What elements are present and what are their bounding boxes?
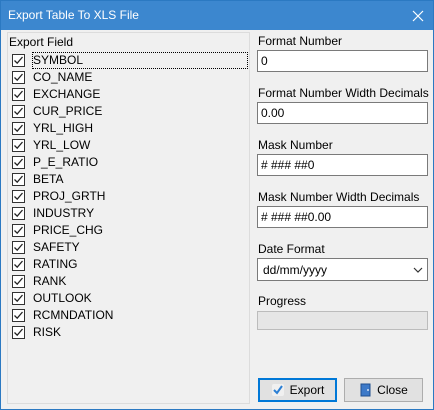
close-icon[interactable] <box>403 1 433 30</box>
list-item-label: P_E_RATIO <box>33 155 99 169</box>
check-icon <box>14 277 23 286</box>
check-icon <box>14 260 23 269</box>
list-item-label: EXCHANGE <box>33 87 101 101</box>
checkbox[interactable] <box>12 275 25 288</box>
checkbox[interactable] <box>12 292 25 305</box>
checkbox[interactable] <box>12 190 25 203</box>
exit-door-icon <box>359 383 372 397</box>
checkbox[interactable] <box>12 241 25 254</box>
list-item-label: OUTLOOK <box>33 291 92 305</box>
checkbox[interactable] <box>12 105 25 118</box>
close-button-label: Close <box>377 383 408 397</box>
list-item[interactable]: YRL_HIGH <box>11 120 247 137</box>
list-item-label: SAFETY <box>33 240 80 254</box>
export-dialog: Export Table To XLS File Export Field SY… <box>0 0 434 410</box>
list-item[interactable]: RCMNDATION <box>11 307 247 324</box>
list-item-label: RATING <box>33 257 78 271</box>
mask-number-decimals-input[interactable]: # ### ##0.00 <box>257 206 428 228</box>
check-icon <box>14 311 23 320</box>
list-item[interactable]: PROJ_GRTH <box>11 188 247 205</box>
date-format-value: dd/mm/yyyy <box>263 263 328 277</box>
check-icon <box>14 243 23 252</box>
list-item-label: PROJ_GRTH <box>33 189 106 203</box>
check-icon <box>14 158 23 167</box>
list-item-label: CUR_PRICE <box>33 104 103 118</box>
list-item-label: PRICE_CHG <box>33 223 104 237</box>
checkbox[interactable] <box>12 309 25 322</box>
check-icon <box>14 294 23 303</box>
list-item[interactable]: CO_NAME <box>11 69 247 86</box>
title-bar[interactable]: Export Table To XLS File <box>1 1 433 30</box>
list-item[interactable]: SYMBOL <box>11 52 248 69</box>
check-icon <box>14 107 23 116</box>
progress-bar <box>257 311 428 330</box>
check-icon <box>14 90 23 99</box>
list-item[interactable]: RISK <box>11 324 247 341</box>
list-item[interactable]: RANK <box>11 273 247 290</box>
mask-number-decimals-label: Mask Number Width Decimals <box>258 190 420 204</box>
mask-number-input[interactable]: # ### ##0 <box>257 154 428 176</box>
check-icon <box>14 141 23 150</box>
format-number-label: Format Number <box>258 34 343 48</box>
list-item[interactable]: P_E_RATIO <box>11 154 247 171</box>
export-field-label: Export Field <box>9 35 74 49</box>
check-icon <box>14 328 23 337</box>
list-item[interactable]: CUR_PRICE <box>11 103 247 120</box>
checkbox[interactable] <box>12 173 25 186</box>
export-icon <box>271 383 285 397</box>
list-item-label: SYMBOL <box>32 52 248 69</box>
export-button[interactable]: Export <box>258 378 337 402</box>
check-icon <box>14 175 23 184</box>
progress-label: Progress <box>258 294 307 308</box>
check-icon <box>14 124 23 133</box>
window-title: Export Table To XLS File <box>8 8 139 22</box>
list-item[interactable]: SAFETY <box>11 239 247 256</box>
checkbox[interactable] <box>12 88 25 101</box>
check-icon <box>14 73 23 82</box>
format-number-decimals-label: Format Number Width Decimals <box>258 86 429 100</box>
list-item[interactable]: RATING <box>11 256 247 273</box>
checkbox[interactable] <box>12 207 25 220</box>
checkbox[interactable] <box>12 54 25 67</box>
checkbox[interactable] <box>12 139 25 152</box>
close-button[interactable]: Close <box>344 378 423 402</box>
checkbox[interactable] <box>12 122 25 135</box>
list-item[interactable]: INDUSTRY <box>11 205 247 222</box>
checkbox[interactable] <box>12 71 25 84</box>
checkbox[interactable] <box>12 224 25 237</box>
check-icon <box>14 56 23 65</box>
date-format-select[interactable]: dd/mm/yyyy <box>257 258 428 281</box>
list-item[interactable]: YRL_LOW <box>11 137 247 154</box>
list-item[interactable]: EXCHANGE <box>11 86 247 103</box>
list-item-label: CO_NAME <box>33 70 93 84</box>
date-format-label: Date Format <box>258 242 325 256</box>
checkbox[interactable] <box>12 326 25 339</box>
list-item[interactable]: OUTLOOK <box>11 290 247 307</box>
list-item-label: YRL_HIGH <box>33 121 94 135</box>
list-item-label: RCMNDATION <box>33 308 114 322</box>
list-item[interactable]: BETA <box>11 171 247 188</box>
list-item-label: RISK <box>33 325 62 339</box>
format-number-decimals-input[interactable]: 0.00 <box>257 102 428 124</box>
mask-number-label: Mask Number <box>258 138 333 152</box>
check-icon <box>14 226 23 235</box>
chevron-down-icon[interactable] <box>413 264 423 278</box>
check-icon <box>14 209 23 218</box>
list-item-label: RANK <box>33 274 67 288</box>
checkbox[interactable] <box>12 258 25 271</box>
list-item[interactable]: PRICE_CHG <box>11 222 247 239</box>
check-icon <box>14 192 23 201</box>
export-field-list[interactable]: SYMBOL CO_NAME EXCHANGE CUR_PRICE YRL_HIGH YR… <box>11 52 249 352</box>
checkbox[interactable] <box>12 156 25 169</box>
list-item-label: BETA <box>33 172 64 186</box>
list-item-label: YRL_LOW <box>33 138 91 152</box>
format-number-input[interactable]: 0 <box>257 50 428 72</box>
export-button-label: Export <box>289 383 325 397</box>
list-item-label: INDUSTRY <box>33 206 95 220</box>
